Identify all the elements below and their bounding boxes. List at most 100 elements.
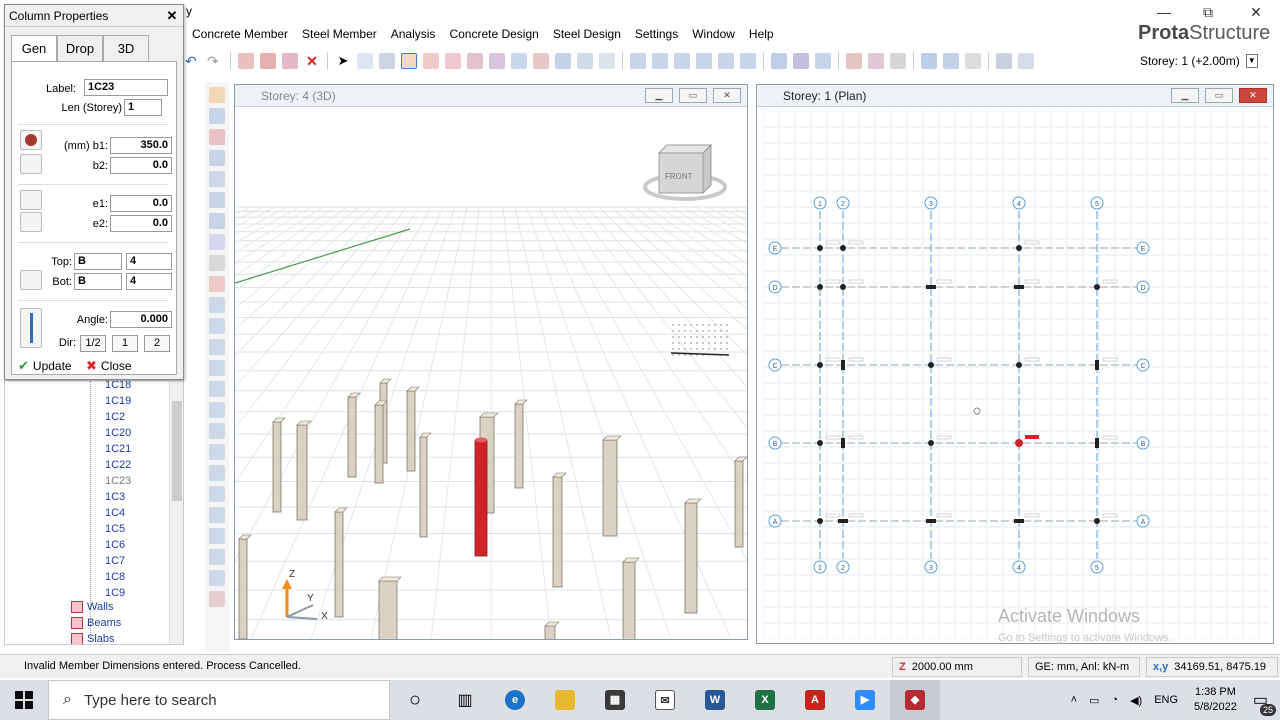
notifications-button[interactable]: ▭ 25 xyxy=(1253,690,1276,716)
column-plan[interactable] xyxy=(1094,284,1100,290)
tree-node[interactable]: 1C19 xyxy=(105,395,131,407)
line-icon[interactable] xyxy=(357,53,373,69)
report-icon[interactable] xyxy=(846,53,862,69)
tree-node[interactable]: 1C18 xyxy=(105,381,131,391)
column-3d[interactable] xyxy=(734,460,744,548)
column-plan[interactable] xyxy=(1016,362,1022,368)
layer-icon-11[interactable] xyxy=(209,507,225,523)
storey-select[interactable]: Storey: 1 (+2.00m) ▼ xyxy=(1140,52,1260,70)
selected-column-3d[interactable] xyxy=(474,439,488,557)
column-plan[interactable] xyxy=(840,284,846,290)
properties-icon[interactable] xyxy=(996,53,1012,69)
mesh-icon[interactable] xyxy=(793,53,809,69)
column-plan[interactable] xyxy=(1014,285,1024,289)
tree-node[interactable]: 1C21 xyxy=(105,443,131,455)
dir-button-2[interactable]: 2 xyxy=(144,335,170,352)
column-3d[interactable] xyxy=(378,580,398,639)
zoom-icon[interactable] xyxy=(209,150,225,166)
menu-concrete-design[interactable]: Concrete Design xyxy=(442,27,545,41)
column-plan[interactable] xyxy=(817,245,823,251)
column-3d[interactable] xyxy=(406,390,416,472)
network-icon[interactable]: ◔ xyxy=(1111,694,1118,706)
wall-tool-icon[interactable] xyxy=(423,53,439,69)
insert-point-icon[interactable] xyxy=(20,154,42,174)
file-explorer-icon[interactable] xyxy=(540,680,590,720)
angle-field[interactable]: 0.000 xyxy=(110,311,172,328)
mail-icon[interactable]: ✉ xyxy=(640,680,690,720)
tree-node[interactable]: 1C2 xyxy=(105,411,125,423)
layer-icon-13[interactable] xyxy=(209,549,225,565)
column-tool-icon[interactable] xyxy=(401,53,417,69)
section-icon[interactable] xyxy=(209,276,225,292)
circle-section-icon[interactable] xyxy=(20,130,42,150)
menu-steel-member[interactable]: Steel Member xyxy=(295,27,384,41)
menu-help[interactable]: Help xyxy=(742,27,781,41)
column-plan[interactable] xyxy=(841,360,845,370)
tree-node[interactable]: 1C5 xyxy=(105,523,125,535)
column-plan[interactable] xyxy=(1095,438,1099,448)
column-3d[interactable] xyxy=(514,403,524,489)
layer-icon-4[interactable] xyxy=(209,360,225,376)
t-section-icon[interactable] xyxy=(209,129,225,145)
column-3d[interactable] xyxy=(272,421,282,513)
layer-icon-6[interactable] xyxy=(209,402,225,418)
store-icon[interactable]: ▦ xyxy=(590,680,640,720)
column-plan[interactable] xyxy=(817,440,823,446)
chevron-up-icon[interactable]: ˄ xyxy=(1071,694,1077,706)
list-icon[interactable] xyxy=(1018,53,1034,69)
align-icon[interactable] xyxy=(630,53,646,69)
tree-category-slabs[interactable]: Slabs xyxy=(71,633,115,644)
load-icon[interactable] xyxy=(771,53,787,69)
options-icon[interactable] xyxy=(965,53,981,69)
column-plan[interactable] xyxy=(928,440,934,446)
3d-viewport[interactable]: FRONT Z YX xyxy=(235,107,747,639)
layer-icon-12[interactable] xyxy=(209,528,225,544)
column-plan[interactable] xyxy=(841,438,845,448)
window-plan-restore[interactable]: ▭ xyxy=(1205,88,1233,103)
close-window-button[interactable]: ✕ xyxy=(1236,2,1276,22)
view-cube-side[interactable] xyxy=(702,143,712,195)
tree-node[interactable]: 1C8 xyxy=(105,571,125,583)
copy-icon[interactable] xyxy=(718,53,734,69)
column-plan[interactable] xyxy=(1095,360,1099,370)
column-plan[interactable] xyxy=(926,519,936,523)
tree-node-selected[interactable]: 1C23 xyxy=(105,475,131,487)
b2-field[interactable]: 0.0 xyxy=(110,157,172,174)
pointer-icon[interactable]: ➤ xyxy=(335,53,351,69)
column-plan[interactable] xyxy=(817,362,823,368)
dir-button-1[interactable]: 1 xyxy=(112,335,138,352)
battery-icon[interactable]: ▭ xyxy=(1089,694,1099,707)
layer-icon-1[interactable] xyxy=(209,297,225,313)
window-plan-close[interactable]: ✕ xyxy=(1239,88,1267,103)
menu-concrete-member[interactable]: Concrete Member xyxy=(185,27,295,41)
view-cube[interactable]: FRONT xyxy=(643,143,727,201)
column-plan[interactable] xyxy=(1014,519,1024,523)
bot-level-field[interactable]: B xyxy=(74,273,122,290)
column-plan[interactable] xyxy=(817,284,823,290)
grid-icon[interactable] xyxy=(379,53,395,69)
b1-field[interactable]: 350.0 xyxy=(110,137,172,154)
layer-icon-10[interactable] xyxy=(209,486,225,502)
tree-scroll-thumb[interactable] xyxy=(172,401,182,501)
column-3d[interactable] xyxy=(544,625,556,639)
top-level-field[interactable]: B xyxy=(74,253,122,270)
layer-icon-5[interactable] xyxy=(209,381,225,397)
zoom-app-icon[interactable]: ▶ xyxy=(840,680,890,720)
pencil-icon[interactable] xyxy=(209,87,225,103)
pan-icon[interactable] xyxy=(209,234,225,250)
acrobat-icon[interactable]: A xyxy=(790,680,840,720)
tree-category-walls[interactable]: Walls xyxy=(71,601,113,613)
minimize-button[interactable]: — xyxy=(1144,2,1184,22)
excel-icon[interactable]: X xyxy=(740,680,790,720)
plan-viewport[interactable]: 1 1 2 2 3 3 4 4 5 5 E E D D C C B B A A xyxy=(763,111,1269,639)
tree-node[interactable]: 1C3 xyxy=(105,491,125,503)
layer-icon-14[interactable] xyxy=(209,570,225,586)
menu-analysis[interactable]: Analysis xyxy=(384,27,443,41)
zoom-window-icon[interactable] xyxy=(209,192,225,208)
menu-window[interactable]: Window xyxy=(685,27,742,41)
stair-tool-icon[interactable] xyxy=(489,53,505,69)
foundation-tool-icon[interactable] xyxy=(577,53,593,69)
column-3d[interactable] xyxy=(347,396,357,478)
chevron-down-icon[interactable]: ▼ xyxy=(1245,54,1258,68)
opening-tool-icon[interactable] xyxy=(555,53,571,69)
